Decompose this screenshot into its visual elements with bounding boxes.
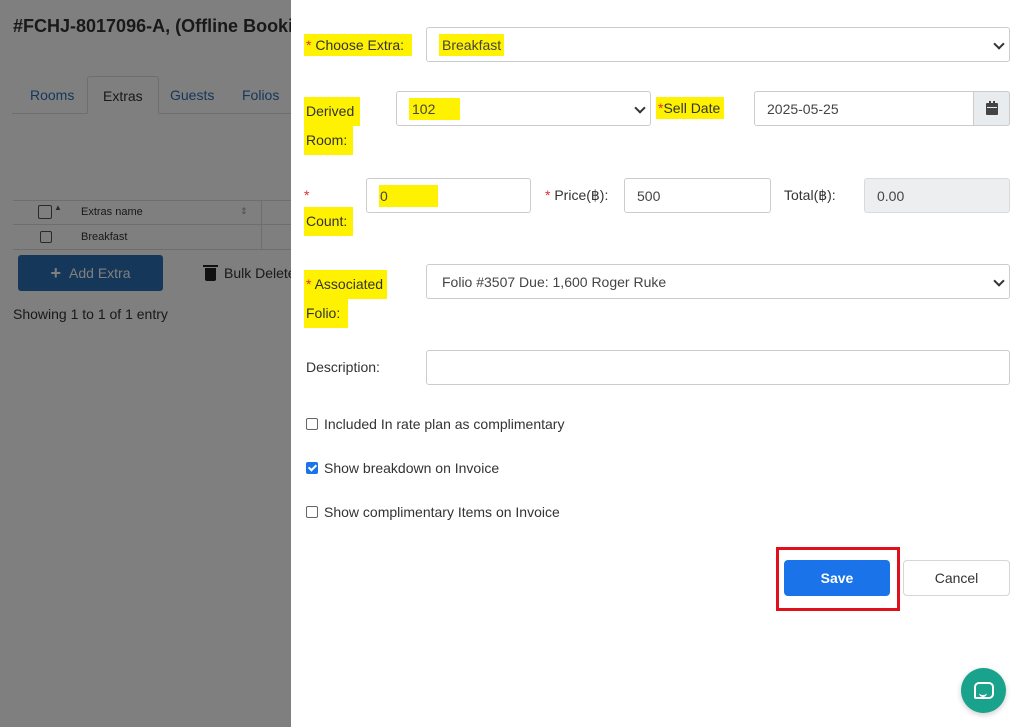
calendar-icon [985,100,998,115]
sell-date-label: *Sell Date [656,97,725,120]
price-label: * Price(฿): [545,184,608,207]
cancel-button[interactable]: Cancel [903,560,1010,596]
derived-room-label-line1: Derived [304,97,361,126]
description-label: Description: [306,359,380,375]
date-picker-button[interactable] [973,91,1010,126]
breakdown-checkbox-label: Show breakdown on Invoice [324,460,500,476]
count-label-text: Count: [304,207,354,236]
complimentary-items-checkbox[interactable] [306,506,318,518]
price-label-text: Price(฿): [554,187,609,203]
count-value: 0 [379,184,438,207]
description-input[interactable] [426,350,1010,385]
derived-room-value: 102 [409,97,461,120]
derived-room-label: Derived Room: [304,97,361,155]
choose-extra-label: * Choose Extra: [304,34,413,57]
save-button[interactable]: Save [784,560,890,596]
price-input[interactable]: 500 [624,178,771,213]
sell-date-label-text: Sell Date [663,100,721,116]
required-mark: * [306,276,312,292]
associated-folio-label-line1: Associated [314,276,384,292]
required-mark: * [545,187,551,203]
chevron-down-icon [993,38,1005,50]
complimentary-items-checkbox-row[interactable]: Show complimentary Items on Invoice [306,504,560,520]
required-mark: * [304,187,310,203]
required-mark: * [306,37,312,53]
price-value: 500 [637,187,661,204]
chevron-down-icon [993,275,1005,287]
count-input[interactable]: 0 [366,178,531,213]
count-label: * Count: [304,184,354,236]
complimentary-checkbox-row[interactable]: Included In rate plan as complimentary [306,416,564,432]
total-value: 0.00 [877,187,905,204]
derived-room-label-line2: Room: [304,126,354,155]
chat-button[interactable] [961,668,1006,713]
chevron-down-icon [634,102,646,114]
associated-folio-label-line2: Folio: [304,299,349,328]
total-field: 0.00 [864,178,1010,213]
choose-extra-value: Breakfast [439,33,505,56]
chat-icon [973,682,994,699]
complimentary-items-checkbox-label: Show complimentary Items on Invoice [324,504,560,520]
breakdown-checkbox[interactable] [306,462,318,474]
associated-folio-select[interactable]: Folio #3507 Due: 1,600 Roger Ruke [426,264,1010,299]
choose-extra-label-text: Choose Extra: [315,37,405,53]
derived-room-select[interactable]: 102 [396,91,651,126]
associated-folio-value: Folio #3507 Due: 1,600 Roger Ruke [442,273,667,290]
sell-date-input[interactable]: 2025-05-25 [754,91,1010,126]
complimentary-checkbox-label: Included In rate plan as complimentary [324,416,565,432]
choose-extra-select[interactable]: Breakfast [426,27,1010,62]
complimentary-checkbox[interactable] [306,418,318,430]
associated-folio-label: * Associated Folio: [304,270,388,328]
total-label: Total(฿): [784,187,836,203]
sell-date-value: 2025-05-25 [767,100,839,117]
breakdown-checkbox-row[interactable]: Show breakdown on Invoice [306,460,499,476]
